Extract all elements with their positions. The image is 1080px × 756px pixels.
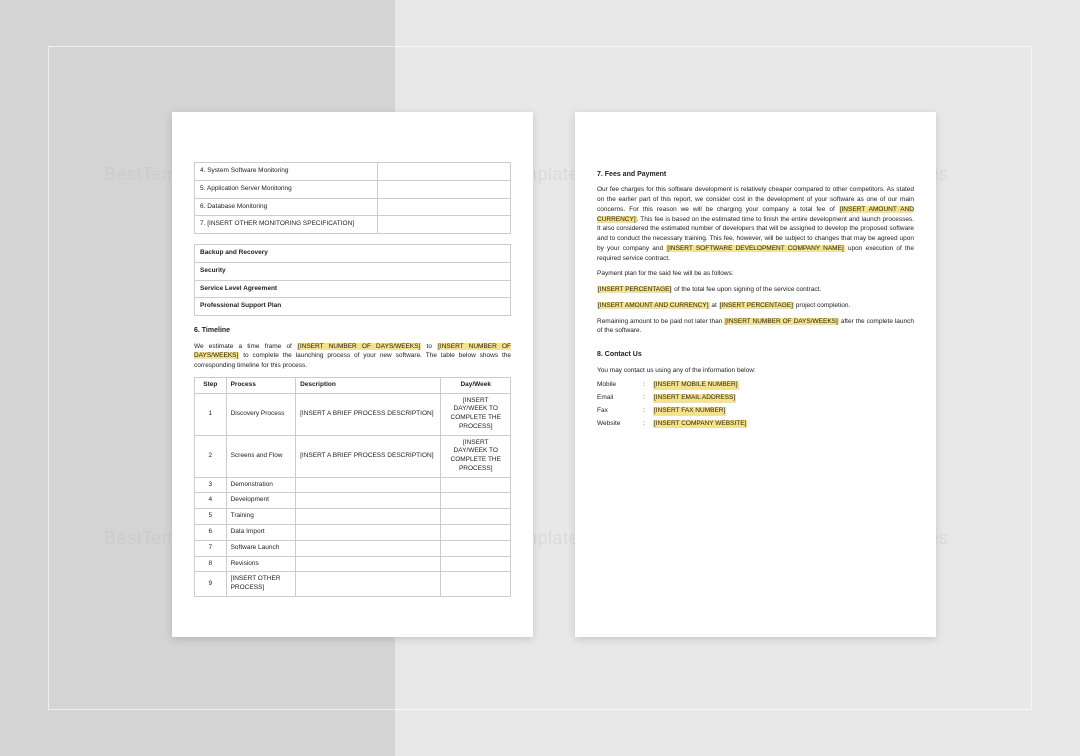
monitoring-item: 5. Application Server Monitoring [195,180,378,198]
placeholder: [INSERT COMPANY WEBSITE] [653,420,747,429]
payment-line-3: Remaining amount to be paid not later th… [597,317,914,337]
placeholder: [INSERT PERCENTAGE] [597,286,672,293]
table-row: 8Revisions [195,556,511,572]
monitoring-item: 4. System Software Monitoring [195,163,378,181]
support-item: Backup and Recovery [195,245,511,263]
placeholder: [INSERT AMOUNT AND CURRENCY] [597,302,710,309]
contact-mobile: Mobile:[INSERT MOBILE NUMBER] [597,381,914,390]
payment-plan-intro: Payment plan for the said fee will be as… [597,269,914,279]
monitoring-item: 7. [INSERT OTHER MONITORING SPECIFICATIO… [195,216,378,234]
table-row: 5Training [195,509,511,525]
table-row: 7Software Launch [195,540,511,556]
section-6-title: 6. Timeline [194,326,511,335]
col-step: Step [195,377,227,393]
section-8-title: 8. Contact Us [597,350,914,359]
placeholder: [INSERT MOBILE NUMBER] [653,381,739,390]
table-row: 1Discovery Process[INSERT A BRIEF PROCES… [195,393,511,435]
section-7-title: 7. Fees and Payment [597,170,914,179]
payment-line-1: [INSERT PERCENTAGE] of the total fee upo… [597,285,914,295]
monitoring-item: 6. Database Monitoring [195,198,378,216]
contact-website: Website:[INSERT COMPANY WEBSITE] [597,420,914,429]
table-row: 6Data Import [195,525,511,541]
col-process: Process [226,377,296,393]
placeholder: [INSERT SOFTWARE DEVELOPMENT COMPANY NAM… [666,245,844,252]
timeline-table: Step Process Description Day/Week 1Disco… [194,377,511,597]
placeholder: [INSERT PERCENTAGE] [719,302,794,309]
section-6-text: We estimate a time frame of [INSERT NUMB… [194,342,511,371]
table-row: 9[INSERT OTHER PROCESS] [195,572,511,597]
placeholder: [INSERT FAX NUMBER] [653,407,726,416]
placeholder: [INSERT NUMBER OF DAYS/WEEKS] [297,343,421,350]
placeholder: [INSERT EMAIL ADDRESS] [653,394,736,403]
placeholder: [INSERT NUMBER OF DAYS/WEEKS] [724,318,839,325]
col-description: Description [296,377,441,393]
monitoring-table: 4. System Software Monitoring 5. Applica… [194,162,511,234]
support-table: Backup and Recovery Security Service Lev… [194,244,511,316]
support-item: Service Level Agreement [195,280,511,298]
contact-email: Email:[INSERT EMAIL ADDRESS] [597,394,914,403]
table-row: 3Demonstration [195,477,511,493]
document-page-2: 7. Fees and Payment Our fee charges for … [575,112,936,637]
contact-intro: You may contact us using any of the info… [597,366,914,376]
table-row: 4Development [195,493,511,509]
contact-fax: Fax:[INSERT FAX NUMBER] [597,407,914,416]
support-item: Security [195,262,511,280]
col-day: Day/Week [441,377,511,393]
table-row: 2Screens and Flow[INSERT A BRIEF PROCESS… [195,435,511,477]
fees-paragraph: Our fee charges for this software develo… [597,185,914,263]
payment-line-2: [INSERT AMOUNT AND CURRENCY] at [INSERT … [597,301,914,311]
document-page-1: 4. System Software Monitoring 5. Applica… [172,112,533,637]
support-item: Professional Support Plan [195,298,511,316]
